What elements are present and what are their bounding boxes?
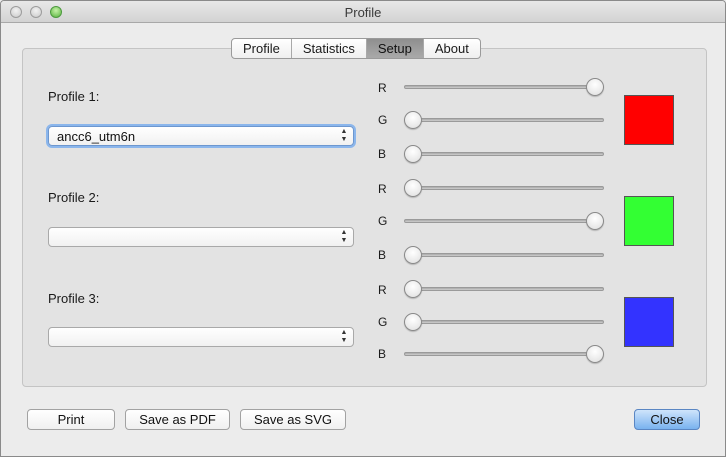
channel-label-g: G: [378, 315, 388, 329]
profile-2-color-swatch: [624, 196, 674, 246]
updown-arrows-icon: ▲ ▼: [340, 229, 348, 244]
channel-label-b: B: [378, 347, 387, 361]
slider-knob[interactable]: [404, 313, 422, 331]
tab-profile[interactable]: Profile: [232, 39, 292, 58]
profile-2-green-slider[interactable]: [404, 212, 604, 230]
slider-knob[interactable]: [586, 78, 604, 96]
slider-knob[interactable]: [404, 179, 422, 197]
profile-3-select[interactable]: ▲ ▼: [48, 327, 354, 347]
profile-3-green-slider[interactable]: [404, 313, 604, 331]
profile-2-label: Profile 2:: [48, 190, 100, 205]
profile-3-blue-slider[interactable]: [404, 345, 604, 363]
slider-knob[interactable]: [586, 345, 604, 363]
profile-window: Profile Profile Statistics Setup About P…: [0, 0, 726, 457]
profile-1-label: Profile 1:: [48, 89, 100, 104]
updown-arrows-icon: ▲ ▼: [340, 128, 348, 143]
profile-3-label: Profile 3:: [48, 291, 100, 306]
title-bar: Profile: [1, 1, 725, 23]
profile-2-blue-slider[interactable]: [404, 246, 604, 264]
tab-setup[interactable]: Setup: [366, 39, 424, 58]
channel-label-r: R: [378, 81, 387, 95]
slider-knob[interactable]: [404, 246, 422, 264]
channel-label-g: G: [378, 214, 388, 228]
slider-knob[interactable]: [404, 111, 422, 129]
profile-2-red-slider[interactable]: [404, 179, 604, 197]
profile-3-red-slider[interactable]: [404, 280, 604, 298]
slider-knob[interactable]: [404, 145, 422, 163]
profile-1-blue-slider[interactable]: [404, 145, 604, 163]
save-pdf-button[interactable]: Save as PDF: [125, 409, 230, 430]
close-button[interactable]: Close: [634, 409, 700, 430]
slider-knob[interactable]: [404, 280, 422, 298]
channel-label-r: R: [378, 283, 387, 297]
slider-knob[interactable]: [586, 212, 604, 230]
print-button[interactable]: Print: [27, 409, 115, 430]
channel-label-g: G: [378, 113, 388, 127]
profile-3-color-swatch: [624, 297, 674, 347]
profile-1-color-swatch: [624, 95, 674, 145]
profile-1-value: ancc6_utm6n: [57, 129, 136, 144]
profile-2-select[interactable]: ▲ ▼: [48, 227, 354, 247]
profile-1-red-slider[interactable]: [404, 78, 604, 96]
window-title: Profile: [344, 5, 382, 20]
profile-1-green-slider[interactable]: [404, 111, 604, 129]
channel-label-b: B: [378, 147, 387, 161]
channel-label-b: B: [378, 248, 387, 262]
save-svg-button[interactable]: Save as SVG: [240, 409, 346, 430]
channel-label-r: R: [378, 182, 387, 196]
profile-1-select[interactable]: ancc6_utm6n ▲ ▼: [48, 126, 354, 146]
updown-arrows-icon: ▲ ▼: [340, 329, 348, 344]
tab-statistics[interactable]: Statistics: [292, 39, 367, 58]
tab-bar: Profile Statistics Setup About: [231, 38, 481, 59]
tab-about[interactable]: About: [424, 39, 480, 58]
